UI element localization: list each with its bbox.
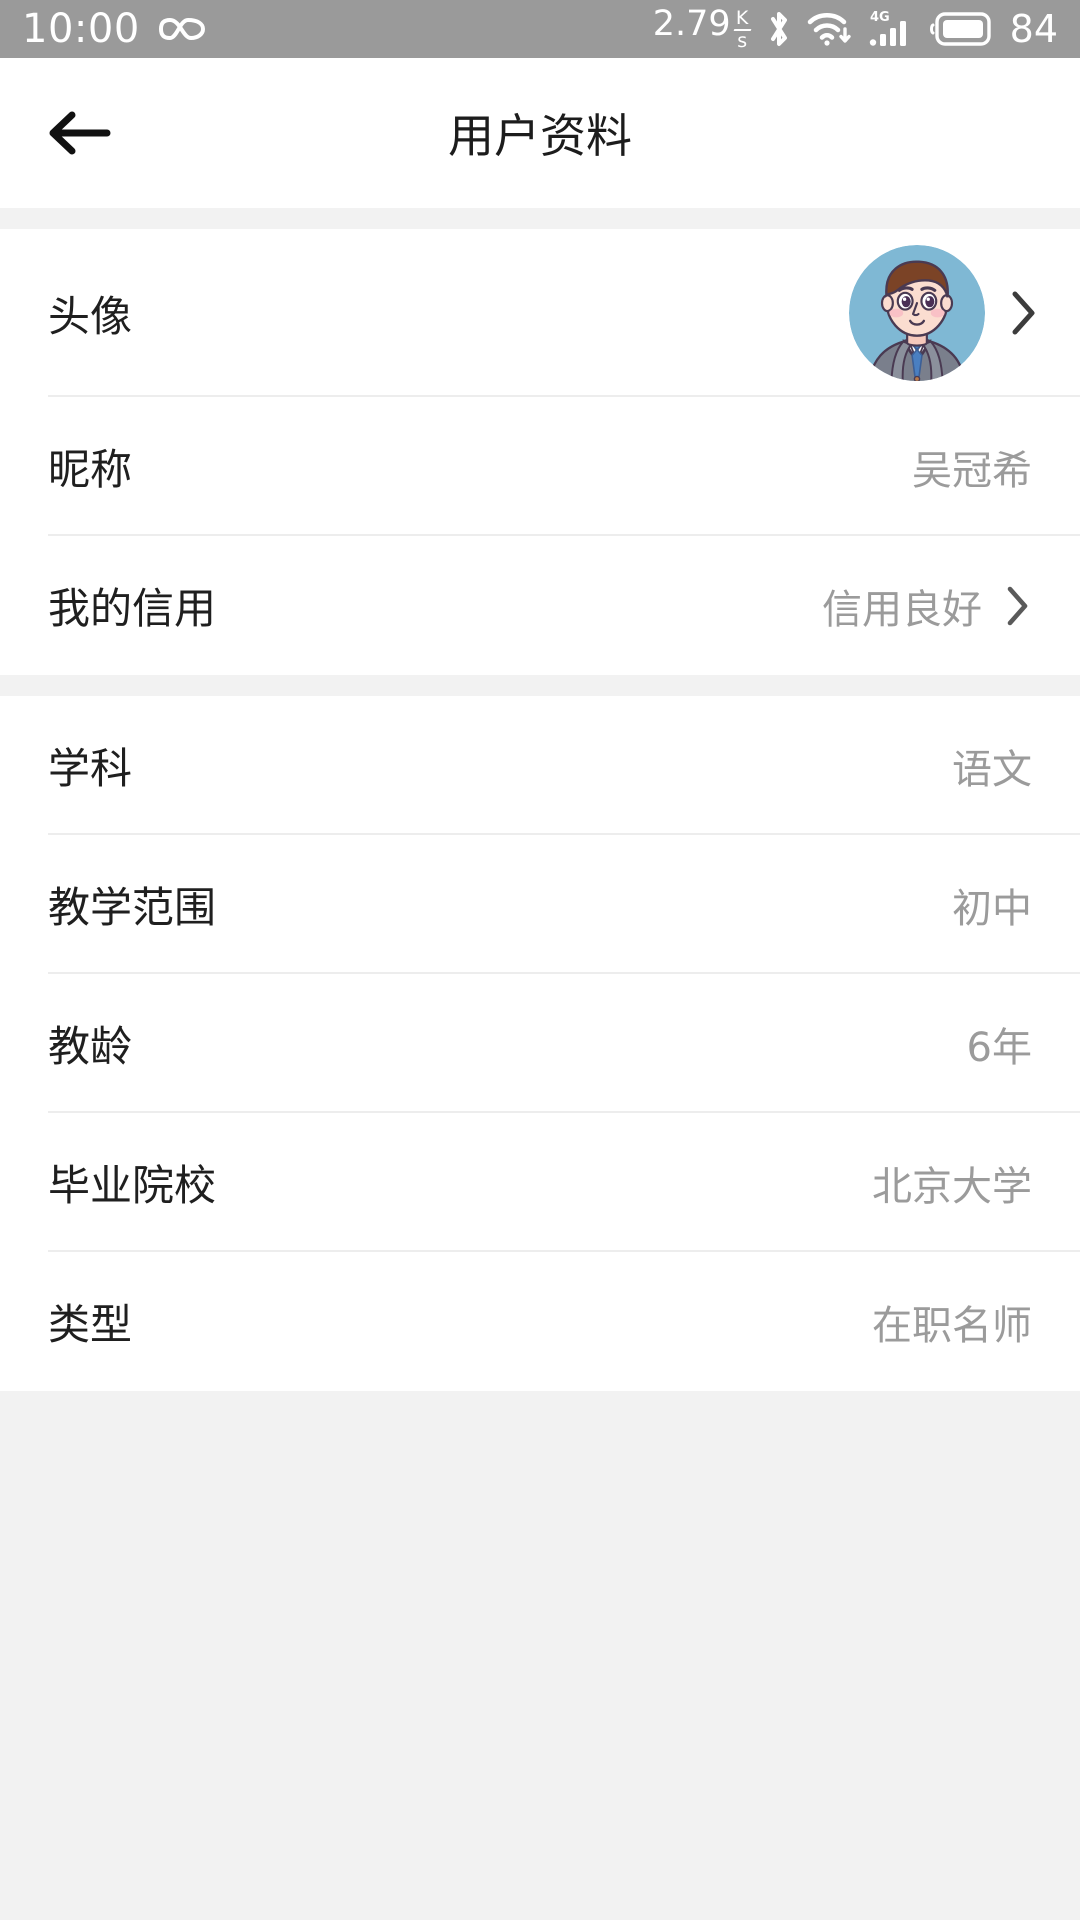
status-bar: 10:00 2.79 K s 4G 84 — [0, 0, 1080, 58]
bluetooth-icon — [766, 9, 792, 49]
arrow-left-icon — [45, 107, 115, 159]
battery-icon — [929, 11, 991, 47]
row-graduate-school-label: 毕业院校 — [48, 1161, 217, 1210]
speed-unit-numerator: K — [735, 7, 749, 29]
row-type-label: 类型 — [48, 1300, 133, 1349]
section-spacer-top — [0, 208, 1080, 229]
svg-text:4G: 4G — [870, 10, 890, 25]
phone-screen: 10:00 2.79 K s 4G 84 用户资料 头像 昵称 吴冠希 我的信用… — [0, 0, 1080, 1920]
status-time: 10:00 — [22, 6, 140, 52]
profile-section-basic: 头像 昵称 吴冠希 我的信用 信用良好 — [0, 229, 1080, 675]
app-header: 用户资料 — [0, 58, 1080, 208]
row-graduate-school-value: 北京大学 — [872, 1163, 1032, 1210]
row-my-credit[interactable]: 我的信用 信用良好 — [0, 536, 1080, 675]
row-teaching-range-label: 教学范围 — [48, 883, 217, 932]
row-subject-value: 语文 — [952, 746, 1032, 793]
speed-unit-denominator: s — [737, 30, 748, 52]
row-subject-label: 学科 — [48, 744, 133, 793]
network-speed-value: 2.79 — [652, 4, 731, 44]
cellular-signal-icon: 4G — [868, 8, 914, 50]
row-graduate-school[interactable]: 毕业院校 北京大学 — [0, 1113, 1080, 1252]
speed-unit-divider — [733, 29, 752, 31]
row-nickname[interactable]: 昵称 吴冠希 — [0, 397, 1080, 536]
row-subject[interactable]: 学科 语文 — [0, 696, 1080, 835]
network-speed: 2.79 K s — [652, 4, 752, 52]
battery-percentage: 84 — [1009, 7, 1058, 51]
status-bar-right: 2.79 K s 4G 84 — [653, 7, 1058, 51]
chevron-right-icon — [1006, 288, 1040, 338]
infinity-icon — [158, 14, 206, 44]
status-bar-left: 10:00 — [22, 9, 206, 49]
network-speed-unit: K s — [733, 7, 752, 52]
row-avatar-label: 头像 — [48, 291, 133, 341]
row-teaching-years-label: 教龄 — [48, 1022, 133, 1071]
chevron-right-icon — [1002, 583, 1032, 629]
row-my-credit-value: 信用良好 — [822, 586, 982, 633]
page-title: 用户资料 — [448, 109, 632, 163]
row-avatar[interactable]: 头像 — [0, 229, 1080, 397]
row-type[interactable]: 类型 在职名师 — [0, 1252, 1080, 1391]
row-type-value: 在职名师 — [872, 1302, 1032, 1349]
row-teaching-years-value: 6年 — [966, 1024, 1032, 1071]
row-nickname-label: 昵称 — [48, 445, 133, 494]
wifi-download-icon — [807, 9, 853, 49]
row-teaching-years[interactable]: 教龄 6年 — [0, 974, 1080, 1113]
avatar — [848, 244, 986, 382]
profile-section-teaching: 学科 语文 教学范围 初中 教龄 6年 毕业院校 北京大学 类型 在职名师 — [0, 696, 1080, 1391]
back-button[interactable] — [0, 58, 160, 208]
section-spacer-mid — [0, 675, 1080, 696]
row-my-credit-label: 我的信用 — [48, 584, 217, 633]
row-teaching-range-value: 初中 — [952, 885, 1032, 932]
row-nickname-value: 吴冠希 — [912, 447, 1032, 494]
row-teaching-range[interactable]: 教学范围 初中 — [0, 835, 1080, 974]
